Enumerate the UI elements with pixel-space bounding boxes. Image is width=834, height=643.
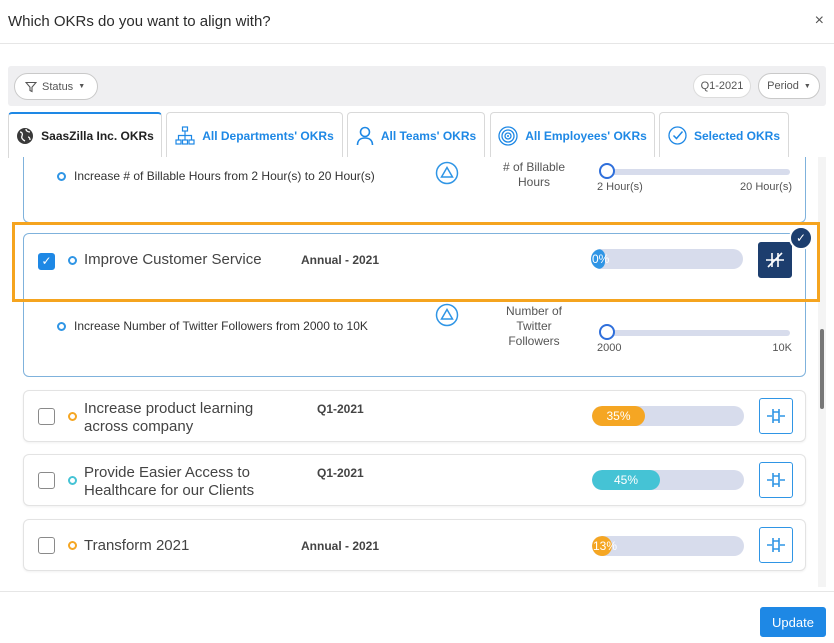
align-link-icon	[767, 538, 785, 552]
okr-period: Annual - 2021	[301, 539, 380, 553]
status-filter-label: Status	[42, 80, 74, 93]
okr-title: Provide Easier Access to Healthcare for …	[84, 464, 255, 499]
okr-checkbox[interactable]	[38, 472, 55, 489]
progress-label: 13%	[593, 539, 618, 553]
metric-line: Followers	[508, 334, 560, 348]
tab-label: All Teams' OKRs	[380, 128, 477, 143]
tab-label: All Employees' OKRs	[525, 128, 647, 143]
metric-line: Twitter	[516, 319, 552, 333]
okr-checkbox[interactable]	[38, 408, 55, 425]
okr-row[interactable]: Increase product learning across company…	[23, 390, 806, 442]
period-dropdown-label: Period	[767, 80, 799, 92]
person-icon	[356, 126, 374, 145]
progress-fill: 35%	[592, 406, 645, 426]
progress-fill: 45%	[592, 470, 660, 490]
slider-max-label: 10K	[772, 342, 792, 354]
org-chart-icon	[175, 125, 195, 145]
slider-knob[interactable]	[599, 324, 615, 340]
okr-dot-icon	[68, 476, 77, 485]
dialog-header: Which OKRs do you want to align with? ×	[0, 0, 834, 44]
close-icon[interactable]: ×	[815, 12, 824, 30]
align-link-icon	[767, 473, 785, 487]
slider-min-label: 2 Hour(s)	[597, 181, 643, 193]
okr-title: Transform 2021	[84, 537, 190, 554]
okr-period: Q1-2021	[317, 402, 364, 416]
align-okrs-dialog: Which OKRs do you want to align with? × …	[0, 0, 834, 643]
okr-progress-bar: 45%	[592, 470, 744, 490]
okr-dot-icon	[68, 412, 77, 421]
update-button[interactable]: Update	[760, 607, 826, 637]
slider-max-label: 20 Hour(s)	[740, 181, 792, 193]
okr-title: Increase product learning across company	[84, 400, 254, 435]
tab-label: All Departments' OKRs	[202, 128, 334, 143]
key-result-item: Increase Number of Twitter Followers fro…	[57, 319, 368, 333]
progress-label: 35%	[606, 409, 631, 423]
filter-bar: Status ▼ Q1-2021 Period ▼	[8, 66, 826, 106]
align-okr-button[interactable]	[759, 398, 793, 434]
status-filter-button[interactable]: Status ▼	[14, 73, 98, 100]
align-triangle-icon[interactable]	[435, 303, 459, 327]
caret-down-icon: ▼	[78, 83, 86, 90]
key-result-slider[interactable]: 2 Hour(s) 20 Hour(s)	[597, 163, 792, 193]
key-result-item: Increase # of Billable Hours from 2 Hour…	[57, 169, 375, 183]
target-icon	[498, 125, 518, 146]
key-result-dot-icon	[57, 171, 66, 181]
check-circle-icon	[668, 126, 687, 145]
key-result-metric: # of Billable Hours	[479, 160, 589, 190]
globe-icon	[17, 128, 34, 144]
metric-line: Number of	[505, 304, 563, 318]
okr-row[interactable]: Transform 2021 Annual - 2021 13%	[23, 519, 806, 571]
caret-down-icon: ▼	[803, 82, 811, 90]
tab-label: Selected OKRs	[693, 128, 781, 143]
okr-row[interactable]: Provide Easier Access to Healthcare for …	[23, 454, 806, 506]
key-result-dot-icon	[57, 321, 66, 331]
slider-knob[interactable]	[599, 163, 615, 179]
tab-label: SaasZilla Inc. OKRs	[41, 129, 154, 143]
filter-icon	[25, 81, 37, 92]
quarter-label: Q1-2021	[700, 80, 744, 92]
tab-saaszilla-okrs[interactable]: SaasZilla Inc. OKRs	[8, 112, 162, 158]
align-okr-button[interactable]	[759, 462, 793, 498]
key-result-text: Increase # of Billable Hours from 2 Hour…	[74, 169, 375, 183]
okr-progress-bar: 35%	[592, 406, 744, 426]
dialog-footer: Update	[0, 591, 834, 643]
okr-period: Q1-2021	[317, 466, 364, 480]
slider-min-label: 2000	[597, 342, 622, 354]
progress-fill: 13%	[592, 536, 617, 556]
progress-label: 45%	[613, 473, 639, 487]
scrollbar-thumb[interactable]	[820, 329, 824, 409]
align-link-icon	[767, 409, 785, 423]
metric-line: Hours	[517, 175, 550, 189]
tab-all-employees-okrs[interactable]: All Employees' OKRs	[490, 112, 655, 158]
tab-selected-okrs[interactable]: Selected OKRs	[659, 112, 789, 158]
key-result-metric: Number of Twitter Followers	[479, 304, 589, 349]
period-dropdown[interactable]: Period ▼	[758, 73, 820, 99]
okr-dot-icon	[68, 541, 77, 550]
tab-all-teams-okrs[interactable]: All Teams' OKRs	[347, 112, 485, 158]
align-okr-button[interactable]	[759, 527, 793, 563]
dialog-title: Which OKRs do you want to align with?	[8, 13, 271, 30]
okr-checkbox[interactable]	[38, 537, 55, 554]
key-result-text: Increase Number of Twitter Followers fro…	[74, 319, 368, 333]
okr-group-previous: Increase # of Billable Hours from 2 Hour…	[23, 157, 806, 223]
metric-line: # of Billable	[502, 160, 566, 174]
quarter-selector[interactable]: Q1-2021	[693, 74, 751, 98]
selection-highlight	[12, 222, 820, 302]
okr-progress-bar: 13%	[592, 536, 744, 556]
key-result-slider[interactable]: 2000 10K	[597, 324, 792, 354]
okr-tabs: SaasZilla Inc. OKRs All Departments' OKR…	[8, 112, 826, 158]
align-triangle-icon[interactable]	[435, 161, 459, 185]
tab-all-departments-okrs[interactable]: All Departments' OKRs	[166, 112, 343, 158]
